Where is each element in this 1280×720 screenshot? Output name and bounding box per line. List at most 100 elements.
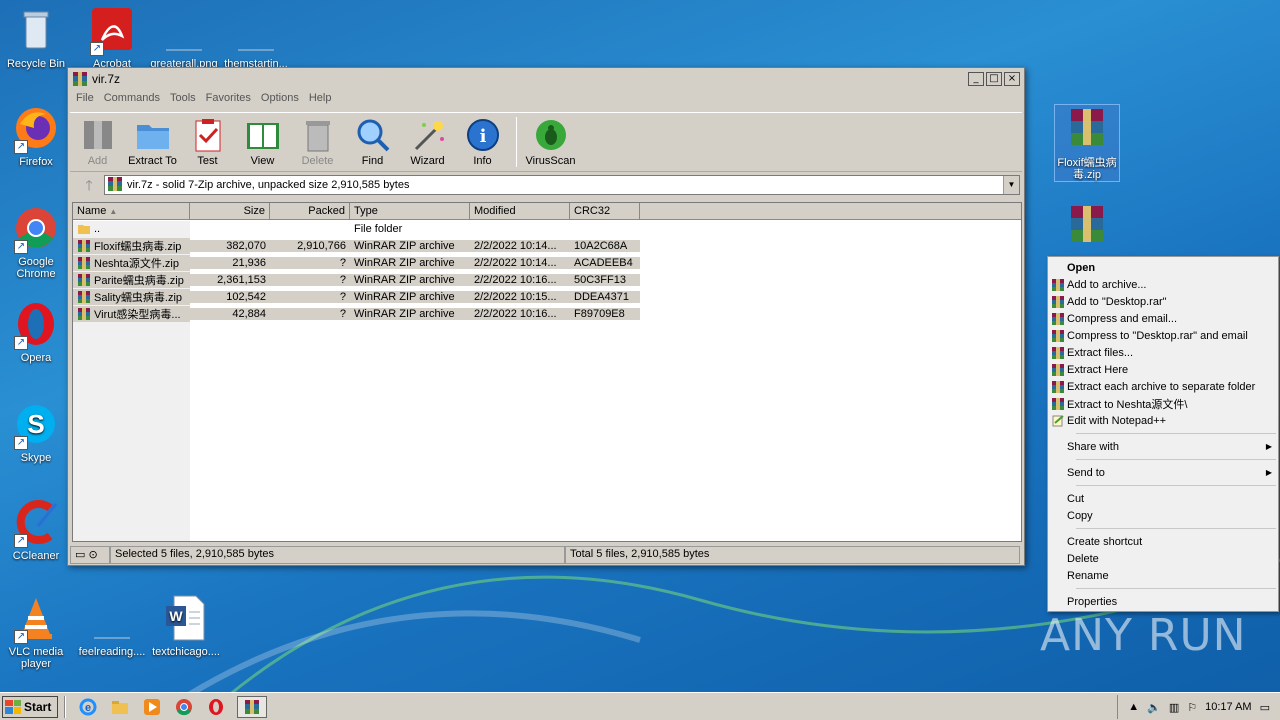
context-menu-item[interactable]: Compress and email... (1048, 310, 1278, 327)
test-button[interactable]: Test (180, 113, 235, 171)
context-menu-item[interactable]: Share with ▶ (1048, 438, 1278, 455)
desktop-icon-recycle-bin[interactable]: Recycle Bin (0, 6, 72, 70)
delete-button[interactable]: Delete (290, 113, 345, 171)
column-header-name[interactable]: Name ▲ (73, 203, 190, 219)
find-button[interactable]: Find (345, 113, 400, 171)
context-menu-item[interactable]: Send to ▶ (1048, 464, 1278, 481)
cell-size: 102,542 (190, 290, 270, 303)
opera-icon[interactable] (205, 697, 227, 717)
table-row[interactable]: Parite蠕虫病毒.zip 2,361,153? WinRAR ZIP archi… (73, 271, 1021, 288)
context-menu-item[interactable]: Extract to Neshta源文件\ (1048, 395, 1278, 412)
start-button[interactable]: Start (2, 695, 59, 718)
context-menu-item[interactable]: Extract each archive to separate folder (1048, 378, 1278, 395)
minimize-button[interactable]: _ (968, 72, 984, 86)
desktop-icon-floxif-zip[interactable]: Floxif蠕虫病毒.zip (1054, 104, 1120, 182)
status-bar: ▭ ⊙ Selected 5 files, 2,910,585 bytes To… (70, 546, 1022, 564)
context-menu-item[interactable]: Edit with Notepad++ (1048, 412, 1278, 429)
menu-item-label: Add to "Desktop.rar" (1067, 295, 1167, 308)
context-menu-item[interactable]: Cut (1048, 490, 1278, 507)
toolbar-label: Add (87, 155, 108, 167)
title-bar[interactable]: vir.7z _ □ × (68, 68, 1024, 90)
desktop-icon-skype[interactable]: S ↗ Skype (0, 400, 72, 464)
column-header-crc32[interactable]: CRC32 (570, 203, 640, 219)
cell-text: 10A2C68A (574, 239, 628, 252)
menu-file[interactable]: File (72, 90, 100, 108)
column-header-packed[interactable]: Packed (270, 203, 350, 219)
table-row[interactable]: .. File folder (73, 220, 1021, 237)
column-header-size[interactable]: Size (190, 203, 270, 219)
menu-item-label: Add to archive... (1067, 278, 1147, 291)
desktop-icon-greaterall[interactable]: greaterall.png (148, 6, 220, 70)
cell-text: Sality蠕虫病毒.zip (94, 291, 183, 304)
desktop-icon-opera[interactable]: ↗ Opera (0, 300, 72, 364)
network-icon[interactable]: ▥ (1169, 701, 1179, 714)
desktop-icon-ccleaner[interactable]: ↗ CCleaner (0, 498, 72, 562)
view-button[interactable]: View (235, 113, 290, 171)
context-menu-item[interactable]: Delete (1048, 550, 1278, 567)
column-header-modified[interactable]: Modified (470, 203, 570, 219)
close-button[interactable]: × (1004, 72, 1020, 86)
desktop-icon-chrome[interactable]: ↗ Google Chrome (0, 204, 72, 280)
context-menu-item[interactable]: Extract files... (1048, 344, 1278, 361)
cell-type: WinRAR ZIP archive (350, 290, 470, 303)
context-menu-item[interactable]: Properties (1048, 593, 1278, 610)
chrome-icon[interactable] (173, 697, 195, 717)
table-row[interactable]: Virut感染型病毒... 42,884? WinRAR ZIP archive 2/… (73, 305, 1021, 322)
column-header-type[interactable]: Type (350, 203, 470, 219)
desktop-icon-label: Recycle Bin (6, 58, 66, 70)
media-player-icon[interactable] (141, 697, 163, 717)
winrar-icon (77, 256, 91, 270)
desktop-icon-firefox[interactable]: ↗ Firefox (0, 104, 72, 168)
context-menu-item[interactable]: Open (1048, 259, 1278, 276)
clock[interactable]: 10:17 AM (1205, 701, 1251, 713)
context-menu-item[interactable]: Rename (1048, 567, 1278, 584)
desktop-icon-feelreading[interactable]: feelreading.... (76, 594, 148, 658)
menu-favorites[interactable]: Favorites (202, 90, 257, 108)
folder-icon (77, 222, 91, 236)
virusscan-button[interactable]: VirusScan (523, 113, 578, 171)
context-menu-item[interactable]: Copy (1048, 507, 1278, 524)
table-row[interactable]: Floxif蠕虫病毒.zip 382,070 2,910,766 WinRAR ZIP… (73, 237, 1021, 254)
tray-expand-icon[interactable]: ▲ (1128, 701, 1139, 713)
cell-text: Parite蠕虫病毒.zip (94, 274, 184, 287)
address-field[interactable]: vir.7z - solid 7-Zip archive, unpacked s… (104, 175, 1020, 195)
maximize-button[interactable]: □ (986, 72, 1002, 86)
wizard-button[interactable]: Wizard (400, 113, 455, 171)
desktop-icon-themstartin[interactable]: themstartin... (220, 6, 292, 70)
add-button[interactable]: Add (70, 113, 125, 171)
menu-help[interactable]: Help (305, 90, 338, 108)
volume-icon[interactable]: 🔈 (1147, 701, 1161, 714)
system-tray: ▲ 🔈 ▥ ⚐ 10:17 AM ▭ (1117, 695, 1280, 719)
info-button[interactable]: i Info (455, 113, 510, 171)
winrar-icon (77, 307, 91, 321)
desktop-icon-acrobat[interactable]: ↗ Acrobat (76, 6, 148, 70)
sort-up-icon: ▲ (109, 207, 118, 216)
chevron-down-icon[interactable]: ▼ (1003, 176, 1019, 194)
explorer-icon[interactable] (109, 697, 131, 717)
menu-options[interactable]: Options (257, 90, 305, 108)
menu-commands[interactable]: Commands (100, 90, 166, 108)
cell-text: WinRAR ZIP archive (354, 273, 455, 286)
winrar-taskbar-button[interactable] (237, 695, 268, 718)
notepad-icon (1052, 414, 1064, 427)
table-row[interactable]: Sality蠕虫病毒.zip 102,542? WinRAR ZIP archive… (73, 288, 1021, 305)
flag-icon[interactable]: ⚐ (1187, 701, 1197, 714)
up-arrow-icon[interactable]: 🡑 (74, 175, 104, 195)
context-menu-item[interactable]: Extract Here (1048, 361, 1278, 378)
show-desktop-icon[interactable]: ▭ (1260, 701, 1270, 714)
context-menu-item[interactable]: Add to "Desktop.rar" (1048, 293, 1278, 310)
context-menu-item[interactable]: Add to archive... (1048, 276, 1278, 293)
desktop-icon-vlc[interactable]: ↗ VLC media player (0, 594, 72, 670)
address-bar: 🡑 vir.7z - solid 7-Zip archive, unpacked… (74, 174, 1020, 196)
extract-to-button[interactable]: Extract To (125, 113, 180, 171)
desktop-icon-textchicago[interactable]: W textchicago.... (150, 594, 222, 658)
cell-name: Floxif蠕虫病毒.zip (73, 237, 190, 254)
cell-size: 382,070 (190, 239, 270, 252)
ie-icon[interactable]: e (77, 697, 99, 717)
context-menu-item[interactable]: Compress to "Desktop.rar" and email (1048, 327, 1278, 344)
table-row[interactable]: Neshta源文件.zip 21,936? WinRAR ZIP archive 2/… (73, 254, 1021, 271)
context-menu-item[interactable]: Create shortcut (1048, 533, 1278, 550)
cell-text: 2/2/2022 10:14... (474, 239, 557, 252)
menu-tools[interactable]: Tools (166, 90, 202, 108)
desktop-icon-archive-2[interactable] (1054, 202, 1120, 254)
